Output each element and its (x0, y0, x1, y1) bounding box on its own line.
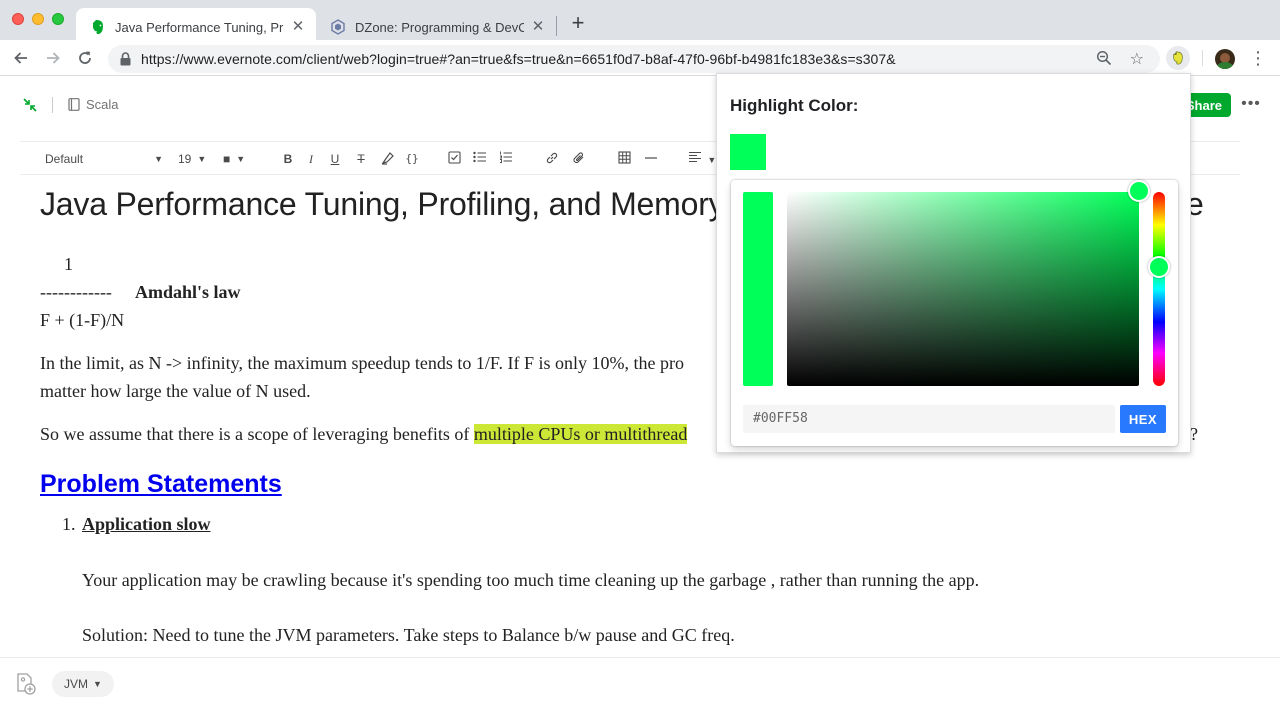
bookmark-star-icon[interactable]: ☆ (1130, 49, 1144, 69)
hue-slider[interactable] (1153, 192, 1165, 386)
url-text: https://www.evernote.com/client/web?logi… (141, 51, 896, 67)
chevron-down-icon: ▼ (236, 154, 246, 164)
hex-color-input[interactable] (743, 405, 1115, 433)
notebook-name: Scala (86, 97, 119, 112)
divider-icon[interactable] (643, 151, 659, 167)
lock-icon (120, 52, 131, 71)
paragraph-scope[interactable]: So we assume that there is a scope of le… (40, 424, 688, 445)
tag-label: JVM (64, 677, 88, 691)
hex-mode-button[interactable]: HEX (1120, 405, 1166, 433)
tab-separator (556, 16, 557, 36)
color-picker: HEX (731, 180, 1178, 446)
underline-icon[interactable]: U (327, 151, 343, 167)
note-title[interactable]: Java Performance Tuning, Profiling, and … (40, 186, 725, 223)
saturation-handle[interactable] (1128, 180, 1150, 202)
paragraph-style-value: Default (45, 152, 84, 166)
evernote-extension-icon[interactable] (1166, 46, 1190, 70)
profile-avatar[interactable] (1215, 49, 1235, 69)
add-tag-icon[interactable] (14, 672, 38, 701)
forward-icon[interactable] (41, 46, 65, 70)
italic-icon[interactable]: I (303, 151, 319, 167)
browser-toolbar: https://www.evernote.com/client/web?logi… (0, 40, 1280, 76)
collapse-icon[interactable] (22, 97, 38, 118)
tab-title: DZone: Programming & DevOps (355, 19, 524, 35)
address-bar[interactable]: https://www.evernote.com/client/web?logi… (108, 45, 1160, 73)
paragraph-scope-end[interactable]: ? (1190, 424, 1198, 445)
numbered-list-icon[interactable] (498, 151, 514, 167)
text-color-swatch: ■ (223, 152, 231, 166)
strikethrough-icon[interactable]: T (353, 151, 369, 167)
section-heading-link[interactable]: Problem Statements (40, 470, 282, 499)
close-icon[interactable]: ✕ (290, 19, 306, 35)
highlight-icon[interactable] (380, 151, 396, 167)
chevron-down-icon: ▼ (197, 154, 207, 164)
list-item-title[interactable]: Application slow (82, 514, 211, 535)
back-icon[interactable] (9, 46, 33, 70)
code-block-icon[interactable]: {} (404, 151, 420, 167)
font-size-value: 19 (178, 152, 192, 166)
color-preview-bar (743, 192, 773, 386)
text-color-select[interactable]: ■ ▼ (223, 150, 245, 168)
notebook-icon (68, 98, 80, 111)
zoom-icon[interactable] (1096, 50, 1112, 71)
highlight-color-popup: Highlight Color: HEX (716, 73, 1191, 453)
attachment-icon[interactable] (571, 151, 587, 167)
avatar-shirt (1217, 62, 1233, 69)
browser-menu-icon[interactable]: ⋮ (1248, 47, 1268, 71)
selected-color-swatch[interactable] (730, 134, 766, 170)
checklist-icon[interactable] (446, 151, 462, 167)
evernote-icon (90, 19, 106, 35)
paragraph-scope-text: So we assume that there is a scope of le… (40, 424, 474, 444)
paragraph-style-select[interactable]: Default ▼ (45, 150, 163, 168)
paragraph-solution[interactable]: Solution: Need to tune the JVM parameter… (82, 625, 735, 646)
bullet-list-icon[interactable] (472, 151, 488, 167)
paragraph-crawling[interactable]: Your application may be crawling because… (82, 570, 979, 591)
chevron-down-icon: ▼ (154, 154, 163, 164)
font-size-select[interactable]: 19 ▼ (178, 150, 206, 168)
paragraph-speedup-cont[interactable]: matter how large the value of N used. (40, 381, 311, 402)
new-tab-button[interactable]: + (566, 12, 590, 36)
chevron-down-icon: ▼ (93, 679, 102, 689)
highlighted-text: multiple CPUs or multithread (473, 424, 688, 444)
text-dashes[interactable]: ------------ (40, 282, 112, 303)
header-separator (52, 97, 53, 113)
link-icon[interactable] (544, 151, 560, 167)
align-left-icon (689, 151, 701, 163)
formula-text[interactable]: F + (1-F)/N (40, 310, 124, 331)
notebook-selector[interactable]: Scala (68, 97, 119, 112)
window-maximize-button[interactable] (52, 13, 64, 25)
paragraph-speedup[interactable]: In the limit, as N -> infinity, the maxi… (40, 353, 684, 374)
more-options-icon[interactable]: ••• (1241, 95, 1261, 115)
window-minimize-button[interactable] (32, 13, 44, 25)
dzone-icon (330, 19, 346, 35)
chevron-down-icon: ▼ (707, 155, 717, 165)
saturation-area[interactable] (787, 192, 1139, 386)
table-icon[interactable] (616, 151, 632, 167)
close-icon[interactable]: ✕ (530, 19, 546, 35)
bold-icon[interactable]: B (280, 151, 296, 167)
window-close-button[interactable] (12, 13, 24, 25)
popup-title: Highlight Color: (730, 96, 859, 115)
toolbar-separator (1202, 50, 1203, 66)
text-line-number[interactable]: 1 (64, 254, 73, 275)
hue-handle[interactable] (1148, 256, 1170, 278)
reload-icon[interactable] (73, 46, 97, 70)
tab-title: Java Performance Tuning, Profiling, and … (115, 19, 284, 35)
list-number: 1. (62, 514, 76, 534)
amdahl-heading[interactable]: Amdahl's law (135, 282, 241, 303)
note-footer: JVM ▼ (0, 657, 1280, 707)
tag-pill-jvm[interactable]: JVM ▼ (52, 671, 114, 697)
